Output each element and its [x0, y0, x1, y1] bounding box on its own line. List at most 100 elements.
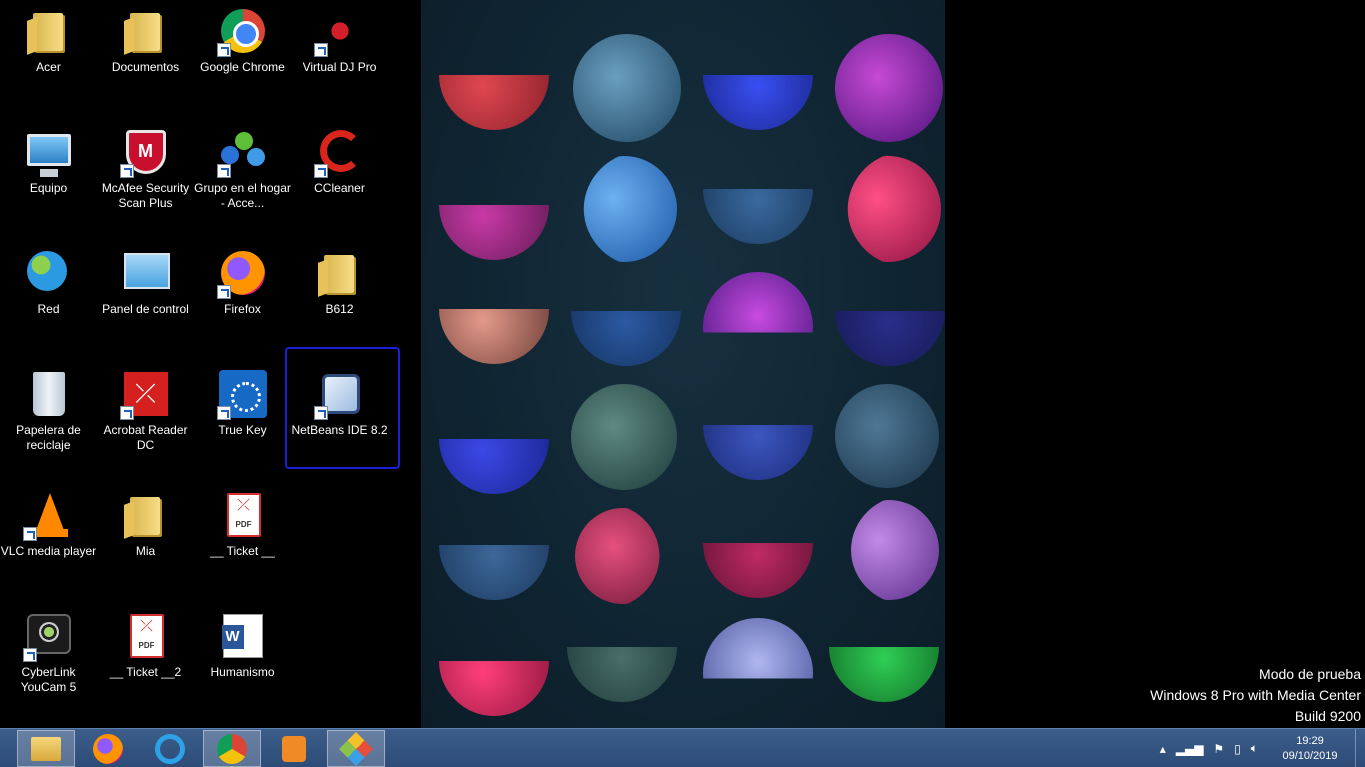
shortcut-arrow-icon	[313, 164, 328, 178]
control-panel-icon	[122, 249, 170, 297]
icon-label: B612	[325, 302, 354, 316]
desktop-icon-papelera[interactable]: Papelera de reciclaje	[0, 363, 97, 473]
clock[interactable]: 19:29 09/10/2019	[1269, 734, 1351, 764]
system-tray: ▴ ▂▄▆ ⚑ ▯ 🔈︎ 19:29 09/10/2019	[1155, 729, 1365, 767]
moon-red	[439, 75, 549, 130]
taskbar-file-explorer-button[interactable]	[17, 730, 75, 767]
acrobat-icon	[119, 370, 170, 420]
moon-dark-teal	[567, 647, 677, 702]
icon-label: Documentos	[111, 60, 180, 74]
icon-label: Google Chrome	[200, 60, 285, 74]
taskbar-chrome-button[interactable]	[203, 730, 261, 767]
desktop-icon-cyberlink[interactable]: CyberLink YouCam 5	[0, 605, 97, 715]
desktop-icon-acer[interactable]: Acer	[0, 0, 97, 110]
folder-icon	[316, 249, 364, 297]
taskbar-git-button[interactable]	[327, 730, 385, 767]
desktop-icon-documentos[interactable]: Documentos	[97, 0, 194, 110]
desktop-icon-red[interactable]: Red	[0, 242, 97, 352]
desktop-icon-equipo[interactable]: Equipo	[0, 121, 97, 231]
moon-blue	[703, 75, 813, 130]
pdf-badge: PDF	[138, 641, 155, 650]
webcam-icon	[22, 612, 73, 662]
moon-salmon	[439, 309, 549, 364]
moon-green	[829, 647, 939, 702]
taskbar-media-player-button[interactable]	[265, 730, 323, 767]
taskbar-internet-explorer-button[interactable]	[141, 730, 199, 767]
desktop-icon-acrobat[interactable]: Acrobat Reader DC	[97, 363, 194, 473]
show-desktop-button[interactable]	[1355, 729, 1365, 767]
icon-label: Mia	[135, 544, 156, 558]
desktop-icon-google-chrome[interactable]: Google Chrome	[194, 0, 291, 110]
shortcut-arrow-icon	[119, 164, 134, 178]
desktop-icon-b612[interactable]: B612	[291, 242, 388, 352]
moon-rose	[575, 508, 660, 604]
desktop-icon-vlc[interactable]: VLC media player	[0, 484, 97, 594]
icon-label: CCleaner	[314, 181, 365, 195]
volume-icon[interactable]: 🔈︎	[1251, 741, 1258, 756]
shortcut-arrow-icon	[216, 406, 231, 420]
moon-steel	[835, 384, 939, 488]
clock-date: 09/10/2019	[1282, 749, 1338, 762]
hand-drawn-selection-frame	[285, 347, 400, 469]
firefox-icon	[93, 733, 123, 764]
taskbar-firefox-button[interactable]	[79, 730, 137, 767]
network-signal-icon[interactable]: ▂▄▆	[1176, 742, 1204, 756]
moon-hot-pink	[439, 661, 549, 716]
computer-icon	[25, 128, 73, 177]
moon-violet	[703, 272, 813, 333]
windows-watermark: Modo de prueba Windows 8 Pro with Media …	[1150, 664, 1361, 727]
icon-label: Virtual DJ Pro	[302, 60, 377, 74]
desktop-icon-ccleaner[interactable]: CCleaner	[291, 121, 388, 231]
shortcut-arrow-icon	[22, 527, 37, 541]
desktop-icon-humanismo[interactable]: Humanismo	[194, 605, 291, 715]
icon-label: VLC media player	[0, 544, 97, 558]
desktop-icon-virtual-dj[interactable]: Virtual DJ Pro	[291, 0, 388, 110]
shortcut-arrow-icon	[313, 43, 328, 57]
shortcut-arrow-icon	[216, 285, 231, 299]
desktop-icon-mcafee[interactable]: McAfee Security Scan Plus	[97, 121, 194, 231]
file-explorer-icon	[31, 736, 61, 761]
internet-explorer-icon	[155, 733, 185, 764]
folder-icon	[122, 7, 170, 55]
icon-label: CyberLink YouCam 5	[20, 665, 77, 694]
icon-label: Grupo en el hogar - Acce...	[194, 181, 291, 210]
git-icon	[339, 731, 373, 766]
moon-magenta	[439, 205, 549, 260]
desktop-icon-firefox[interactable]: Firefox	[194, 242, 291, 352]
pdf-icon: PDF	[122, 612, 170, 660]
shortcut-arrow-icon	[216, 164, 231, 178]
mcafee-icon	[119, 128, 170, 178]
icon-label: True Key	[218, 423, 267, 437]
action-center-flag-icon[interactable]: ⚑	[1213, 742, 1224, 756]
desktop-icon-homegroup[interactable]: Grupo en el hogar - Acce...	[194, 121, 291, 231]
moon-deep-blue	[703, 425, 813, 480]
watermark-line-edition: Windows 8 Pro with Media Center	[1150, 687, 1361, 703]
pdf-badge: PDF	[235, 520, 252, 529]
moon-green-grey	[571, 384, 677, 490]
moon-blue-grey	[439, 545, 549, 600]
network-icon	[25, 249, 73, 297]
desktop-icon-ticket-2[interactable]: PDF __ Ticket __2	[97, 605, 194, 715]
shortcut-arrow-icon	[22, 648, 37, 662]
shortcut-arrow-icon	[216, 43, 231, 57]
desktop-icon-true-key[interactable]: True Key	[194, 363, 291, 473]
desktop-wallpaper	[421, 0, 945, 728]
icon-label: Acrobat Reader DC	[103, 423, 188, 452]
desktop-icon-panel-de-control[interactable]: Panel de control	[97, 242, 194, 352]
watermark-line-build: Build 9200	[1294, 708, 1361, 724]
desktop-icon-mia[interactable]: Mia	[97, 484, 194, 594]
show-hidden-icons-chevron-icon[interactable]: ▴	[1160, 742, 1166, 756]
icon-label: __ Ticket __2	[109, 665, 182, 679]
media-player-icon	[282, 735, 306, 762]
chrome-icon	[217, 733, 247, 764]
vlc-icon	[22, 491, 73, 541]
moon-purple	[835, 34, 943, 142]
icon-label: Equipo	[29, 181, 68, 195]
moon-pale-blue	[703, 618, 813, 679]
word-doc-icon	[219, 612, 267, 660]
moon-slate	[703, 189, 813, 244]
desktop-icon-ticket[interactable]: PDF __ Ticket __	[194, 484, 291, 594]
moon-royal-blue	[439, 439, 549, 494]
chrome-icon	[216, 7, 267, 57]
battery-icon[interactable]: ▯	[1234, 742, 1241, 756]
